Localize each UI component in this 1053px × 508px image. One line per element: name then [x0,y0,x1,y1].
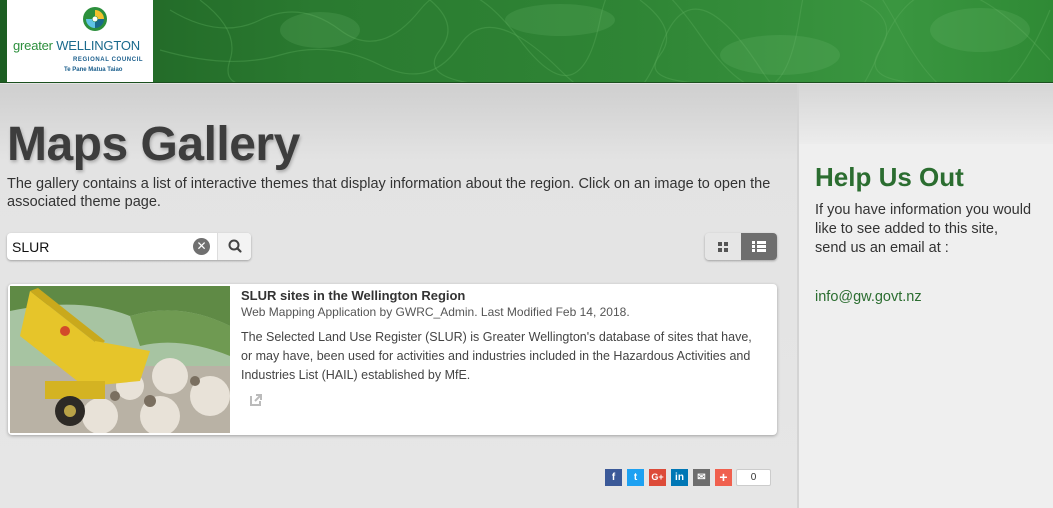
help-email-link[interactable]: info@gw.govt.nz [815,289,922,305]
help-title: Help Us Out [815,162,964,192]
council-logo[interactable]: greater WELLINGTON REGIONAL COUNCIL Te P… [7,0,153,82]
share-count: 0 [736,469,771,486]
open-external-link[interactable] [248,392,264,408]
site-header: greater WELLINGTON REGIONAL COUNCIL Te P… [0,0,1053,83]
logo-wordmark: greater WELLINGTON [13,38,140,53]
grid-icon [718,242,728,252]
logo-subtitle: REGIONAL COUNCIL [73,57,144,63]
facebook-share-button[interactable]: f [605,469,622,486]
search-box: ✕ [7,233,251,260]
item-thumbnail[interactable] [10,286,230,433]
twitter-share-button[interactable]: t [627,469,644,486]
main-content: Maps Gallery The gallery contains a list… [0,84,797,508]
close-icon: ✕ [196,239,207,253]
email-share-button[interactable]: ✉ [693,469,710,486]
item-meta: Web Mapping Application by GWRC_Admin. L… [241,305,630,319]
linkedin-share-button[interactable]: in [671,469,688,486]
search-button[interactable] [217,233,251,260]
search-icon [228,239,242,253]
page-title: Maps Gallery [7,118,300,171]
intro-text: The gallery contains a list of interacti… [7,176,771,210]
list-item: SLUR sites in the Wellington Region Web … [8,284,777,435]
view-toggle [705,233,777,260]
item-title[interactable]: SLUR sites in the Wellington Region [241,288,465,303]
list-view-button[interactable] [741,233,777,260]
external-link-icon [250,394,262,406]
sidebar: Help Us Out If you have information you … [797,84,1053,508]
item-description: The Selected Land Use Register (SLUR) is… [241,330,752,382]
landfill-truck-image [10,286,230,433]
grid-view-button[interactable] [705,233,741,260]
help-text: If you have information you would like t… [815,202,1032,256]
clear-search-button[interactable]: ✕ [193,238,210,255]
search-input[interactable] [7,233,216,260]
list-icon [752,241,766,252]
logo-swirl-icon [83,7,107,31]
google-plus-share-button[interactable]: G+ [649,469,666,486]
sidebar-header-band [799,84,1053,144]
more-share-button[interactable]: + [715,469,732,486]
logo-tagline: Te Pane Matua Taiao [64,67,123,73]
topographic-map-banner [159,0,1051,82]
